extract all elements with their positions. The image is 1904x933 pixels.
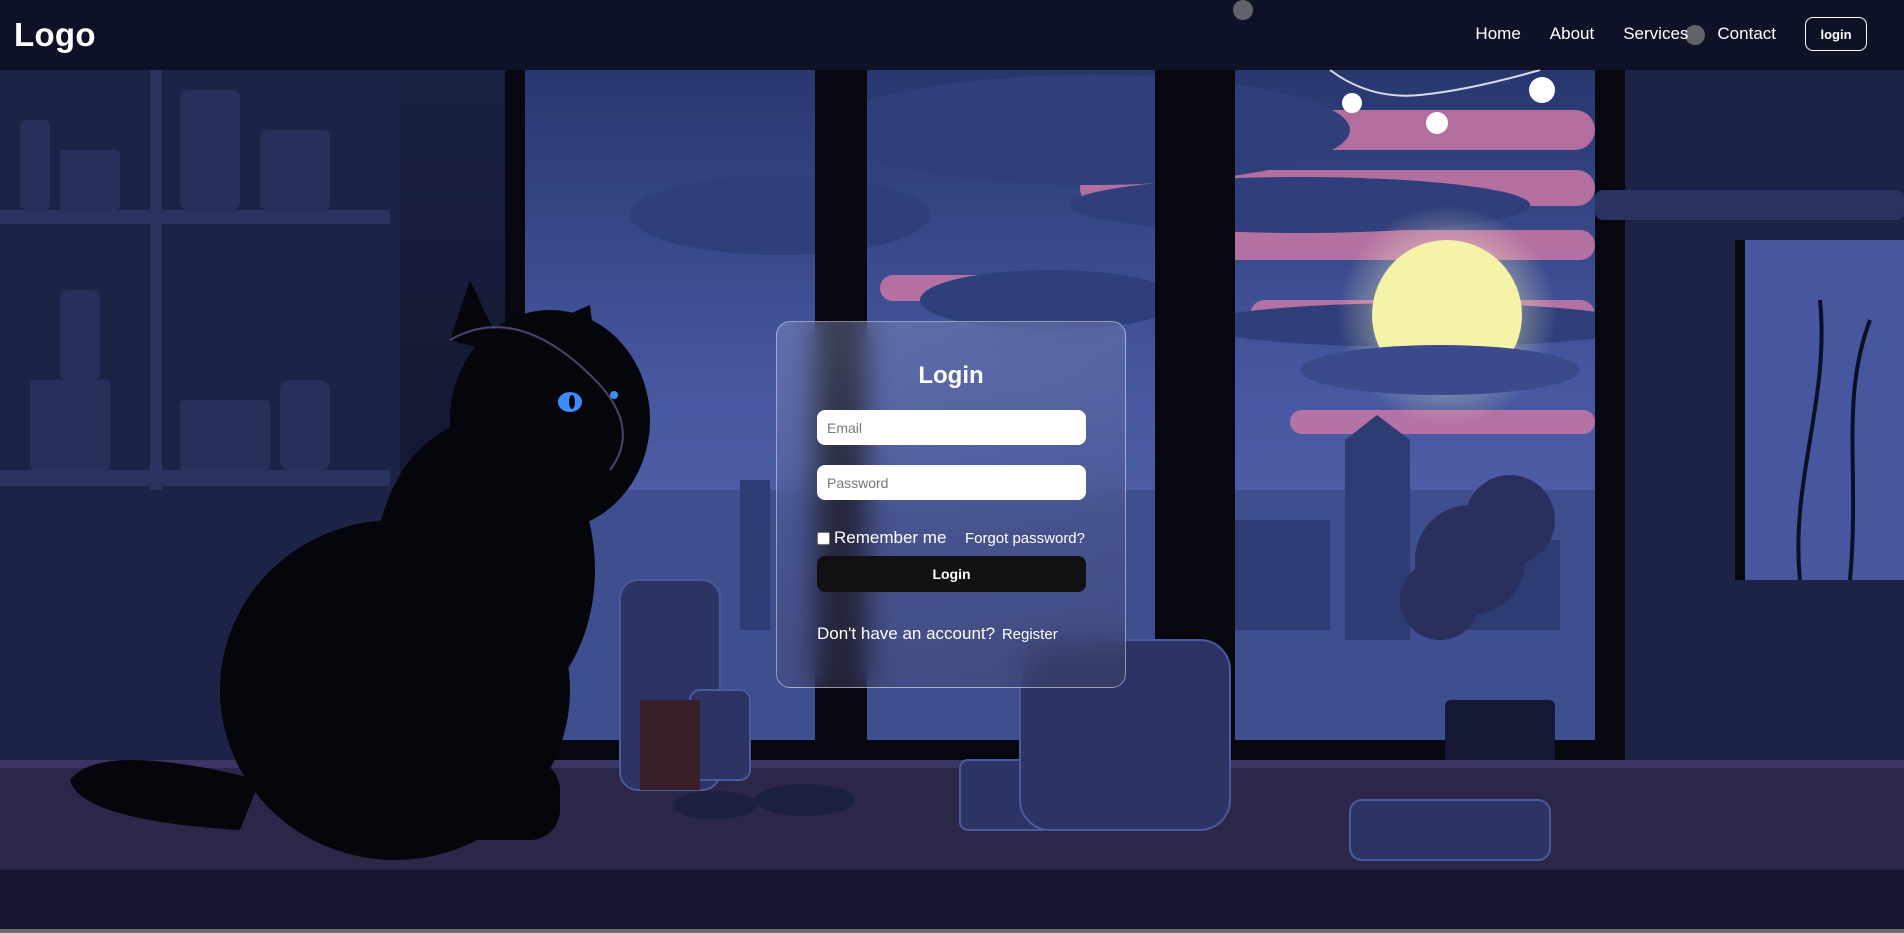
login-title: Login [918,362,984,389]
register-row: Don't have an account? Register [817,624,1058,644]
register-link[interactable]: Register [1002,626,1058,643]
password-field[interactable] [817,465,1086,500]
remember-me-label[interactable]: Remember me [834,528,946,548]
login-submit-button[interactable]: Login [817,556,1086,592]
login-card: Login Remember me Forgot password? Login… [776,321,1126,688]
remember-me-checkbox[interactable] [817,531,830,545]
nav-link-contact[interactable]: Contact [1717,17,1776,51]
logo[interactable]: Logo [14,16,96,54]
register-prompt: Don't have an account? [817,624,996,643]
nav-link-about[interactable]: About [1550,17,1594,51]
remember-me-row: Remember me [817,528,946,548]
forgot-password-link[interactable]: Forgot password? [965,530,1085,547]
main-nav: Home About Services Contact login [1475,17,1867,51]
email-field[interactable] [817,410,1086,445]
nav-link-home[interactable]: Home [1475,17,1520,51]
nav-link-services[interactable]: Services [1623,17,1688,51]
page: Logo Home About Services Contact login L… [0,0,1904,933]
header-login-button[interactable]: login [1805,17,1867,51]
top-navigation-bar: Logo Home About Services Contact login [0,0,1904,70]
